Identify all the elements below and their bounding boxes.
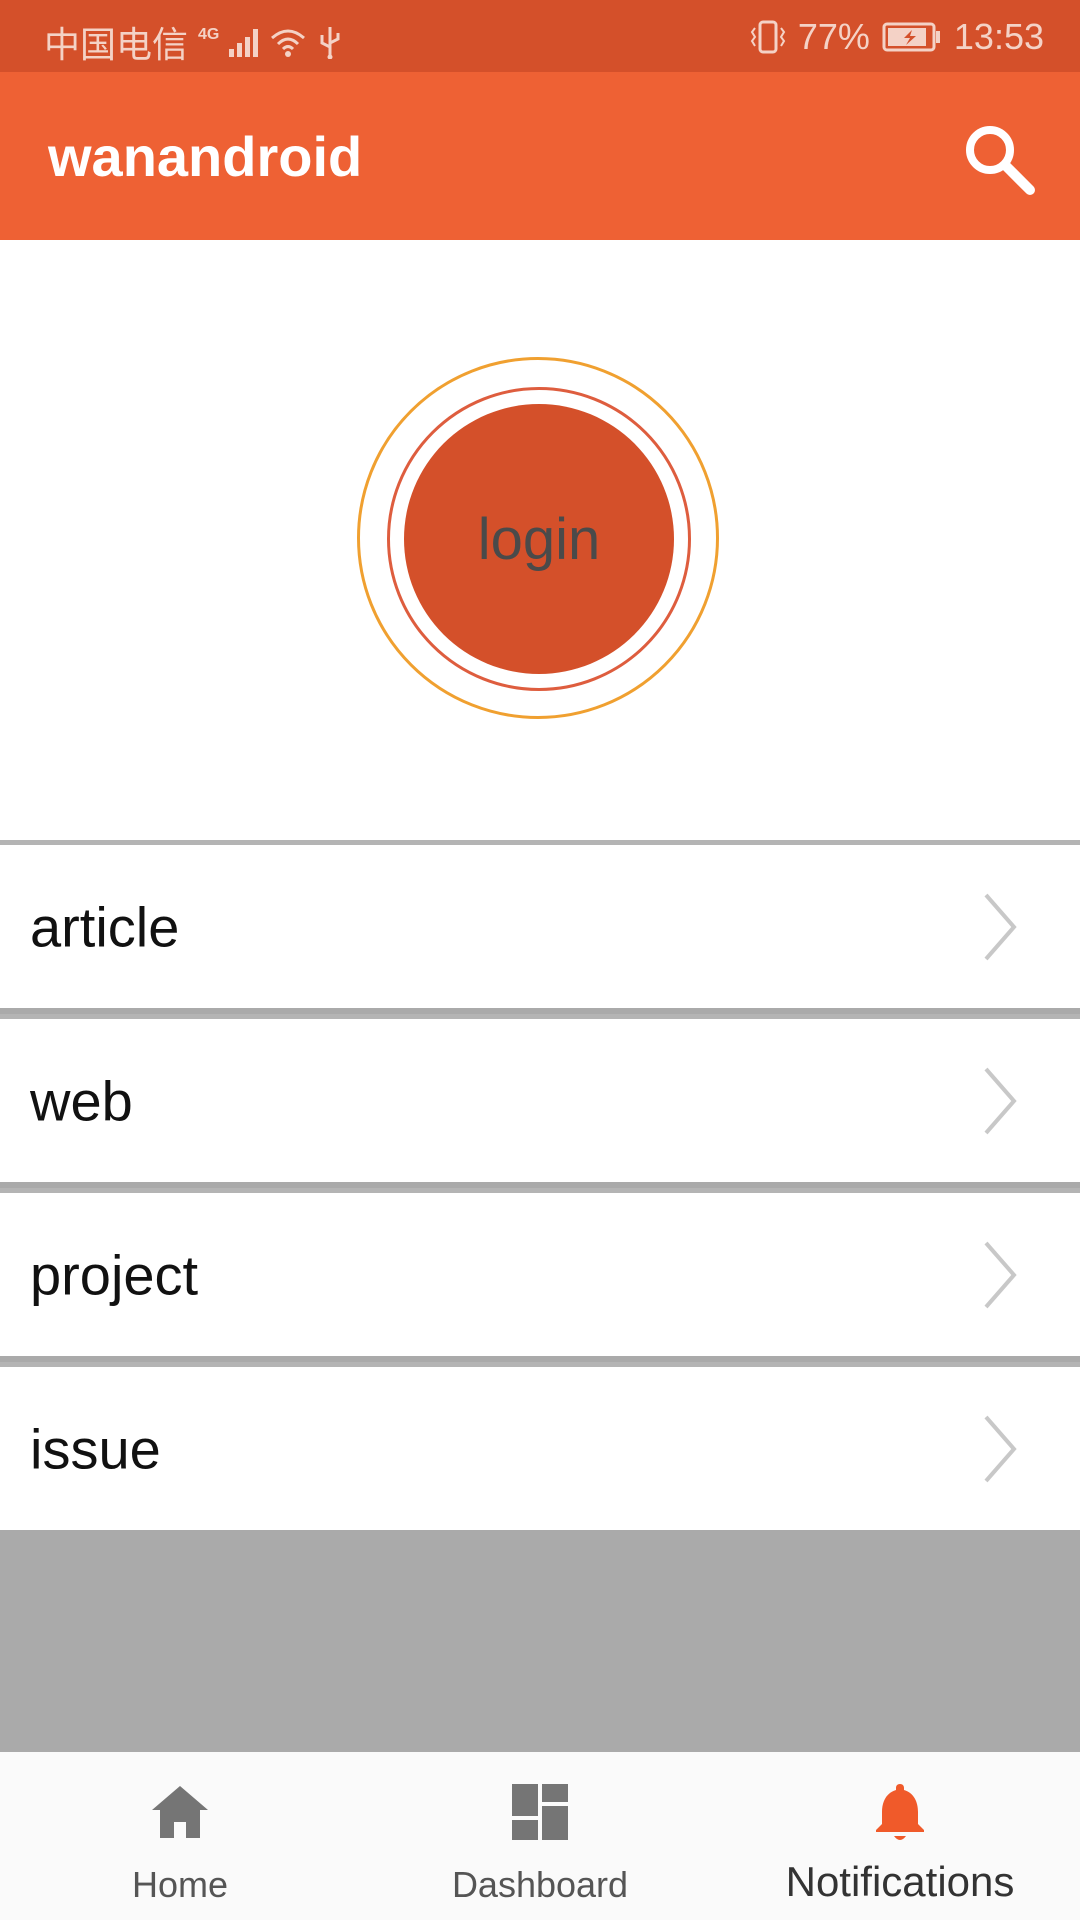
nav-item-dashboard[interactable]: Dashboard — [360, 1752, 720, 1920]
app-title: wanandroid — [48, 125, 363, 188]
chevron-right-icon — [984, 1415, 1017, 1482]
menu-item-label: issue — [30, 1417, 161, 1480]
vibrate-icon — [750, 20, 786, 54]
nav-label: Notifications — [785, 1858, 1015, 1905]
usb-icon — [320, 27, 340, 59]
status-bar: 中国电信 4G 77% 13:53 — [0, 0, 1080, 72]
status-left: 中国电信 4G — [44, 16, 342, 68]
battery-charging-icon — [882, 22, 940, 52]
menu-item-article[interactable]: article — [0, 840, 1080, 1008]
nav-item-home[interactable]: Home — [0, 1752, 360, 1920]
login-button[interactable]: login — [404, 404, 674, 674]
nav-item-notifications[interactable]: Notifications — [720, 1752, 1080, 1920]
carrier-name: 中国电信 — [44, 24, 189, 65]
menu-item-label: article — [30, 895, 180, 958]
dashboard-icon — [512, 1784, 568, 1840]
wifi-icon — [271, 29, 306, 57]
chevron-right-icon — [984, 1067, 1017, 1134]
signal-icon — [229, 27, 259, 57]
nav-label: Dashboard — [451, 1864, 629, 1905]
home-icon — [152, 1786, 208, 1838]
status-right: 77% 13:53 — [750, 16, 1044, 58]
bell-icon — [876, 1784, 924, 1840]
nav-label: Home — [131, 1864, 229, 1905]
chevron-right-icon — [984, 1241, 1017, 1308]
bottom-navigation: Home Dashboard Notifications — [0, 1752, 1080, 1920]
battery-percent: 77% — [797, 16, 870, 57]
menu-item-project[interactable]: project — [0, 1188, 1080, 1356]
app-bar: wanandroid — [0, 72, 1080, 240]
search-button[interactable] — [960, 120, 1036, 196]
menu-item-label: project — [30, 1243, 199, 1306]
search-icon — [966, 126, 1035, 195]
network-type: 4G — [198, 26, 220, 43]
menu-item-label: web — [30, 1069, 133, 1132]
clock: 13:53 — [953, 16, 1044, 57]
profile-header: login — [0, 240, 1080, 840]
menu-item-issue[interactable]: issue — [0, 1362, 1080, 1530]
chevron-right-icon — [984, 893, 1017, 960]
menu-item-web[interactable]: web — [0, 1014, 1080, 1182]
